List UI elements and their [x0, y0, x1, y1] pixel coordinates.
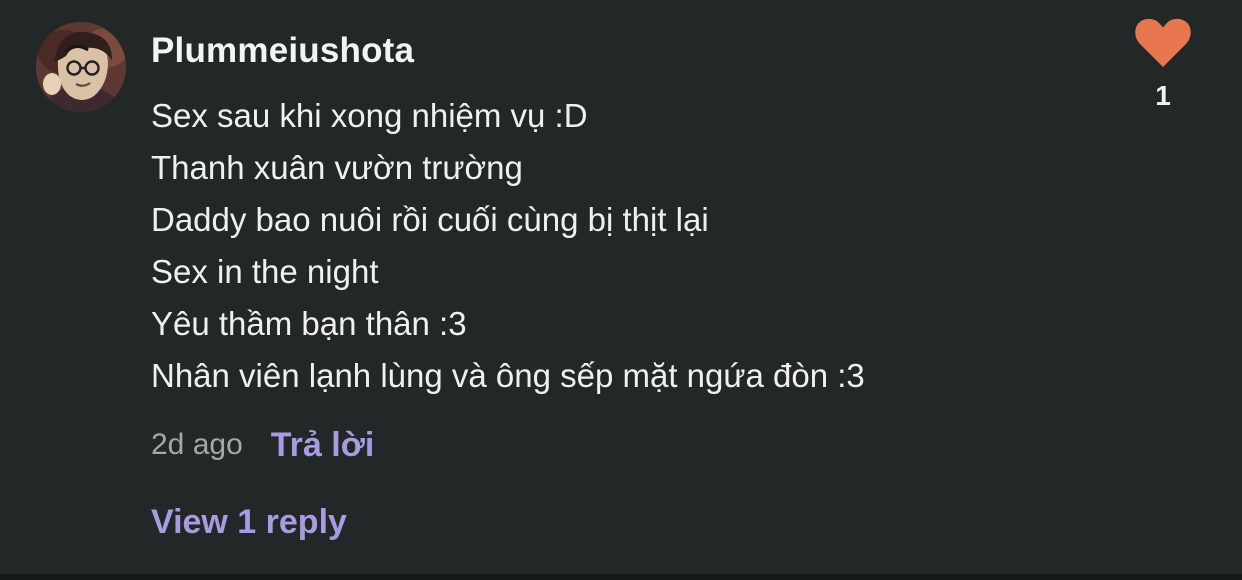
comment-meta: 2d ago Trả lời: [151, 422, 374, 468]
comment-line: Thanh xuân vườn trường: [151, 149, 523, 186]
comment-text: Sex sau khi xong nhiệm vụ :D Thanh xuân …: [151, 90, 1111, 402]
comment-line: Sex in the night: [151, 253, 379, 290]
comment-line: Nhân viên lạnh lùng và ông sếp mặt ngứa …: [151, 357, 865, 394]
like-count: 1: [1155, 80, 1171, 111]
timestamp: 2d ago: [151, 428, 243, 461]
username[interactable]: Plummeiushota: [151, 30, 414, 72]
divider: [0, 574, 1242, 580]
comment-line: Sex sau khi xong nhiệm vụ :D: [151, 97, 588, 134]
heart-icon[interactable]: [1135, 18, 1191, 68]
reply-button[interactable]: Trả lời: [271, 426, 375, 465]
comment-line: Yêu thầm bạn thân :3: [151, 305, 467, 342]
comment-line: Daddy bao nuôi rồi cuối cùng bị thịt lại: [151, 201, 709, 238]
avatar-image: [36, 22, 126, 112]
avatar[interactable]: [36, 22, 126, 112]
like-block: 1: [1124, 18, 1202, 112]
view-replies-button[interactable]: View 1 reply: [151, 500, 347, 544]
